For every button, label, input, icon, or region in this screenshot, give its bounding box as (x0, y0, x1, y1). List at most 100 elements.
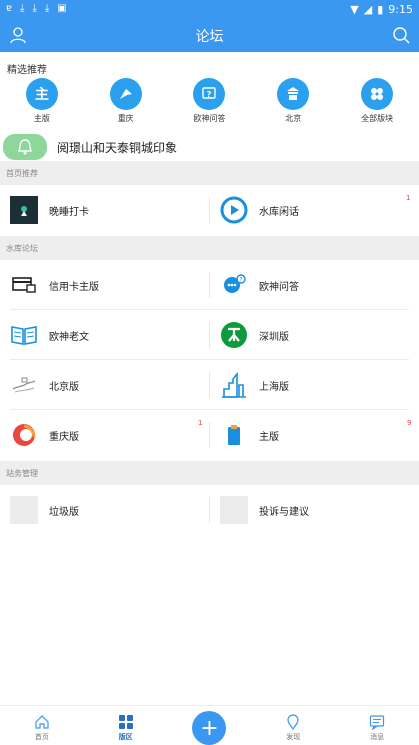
wifi-icon: ▼ (350, 2, 359, 16)
board-label: 欧神问答 (259, 281, 299, 293)
nav-label: 发现 (286, 733, 301, 741)
book-icon (10, 321, 38, 349)
section-header-home: 首页推荐 (0, 161, 419, 185)
board-label: 投诉与建议 (259, 506, 309, 518)
home-icon (35, 715, 49, 729)
unread-badge: 1 (406, 194, 411, 202)
board-credit-card[interactable]: 信用卡主版 (10, 260, 210, 310)
status-bar: ɐ ⤓ ⤓ ⤓ ▣ ▼ ◢ ▮ 9:15 (0, 0, 419, 18)
table-row: 重庆版 1 主版 9 (0, 410, 419, 460)
board-label: 主版 (259, 431, 279, 443)
night-photo-icon (10, 196, 38, 224)
credit-card-icon (10, 271, 38, 299)
featured-item-chongqing[interactable]: 重庆 (84, 78, 168, 126)
featured-label: 主版 (33, 114, 50, 123)
beijing-icon (10, 371, 38, 399)
board-label: 垃圾版 (49, 506, 79, 518)
table-row: 欧神老文 深圳版 (0, 310, 419, 360)
notice-bar[interactable]: 阅璟山和天泰铜城印象 (0, 134, 419, 160)
divider (209, 272, 210, 298)
all-boards-icon (361, 78, 394, 110)
divider (209, 372, 210, 398)
search-icon[interactable] (391, 25, 411, 45)
nav-messages[interactable]: 消息 (335, 706, 419, 745)
board-old-articles[interactable]: 欧神老文 (10, 310, 210, 360)
featured-item-all[interactable]: 全部版块 (335, 78, 419, 126)
placeholder-icon (220, 496, 248, 524)
board-main[interactable]: 主版 (220, 410, 410, 460)
beijing-icon (277, 78, 310, 110)
placeholder-icon (10, 496, 38, 524)
bottom-nav: 首页 版区 + 发现 消息 (0, 705, 419, 745)
board-label: 欧神老文 (49, 331, 89, 343)
divider (209, 322, 210, 348)
board-label: 北京版 (49, 381, 79, 393)
board-label: 水库闲话 (259, 206, 299, 218)
featured-label: 重庆 (117, 114, 134, 123)
nav-home[interactable]: 首页 (0, 706, 84, 745)
play-circle-icon (220, 196, 248, 224)
divider (209, 497, 210, 523)
table-row: 垃圾版 投诉与建议 (0, 485, 419, 535)
board-label: 信用卡主版 (49, 281, 99, 293)
notice-text: 阅璟山和天泰铜城印象 (57, 140, 178, 155)
board-label: 上海版 (259, 381, 289, 393)
section-header-admin: 站务管理 (0, 461, 419, 485)
nav-label: 首页 (34, 733, 49, 741)
featured-item-main[interactable]: 主 主版 (0, 78, 84, 126)
table-row: 北京版 上海版 (0, 360, 419, 410)
featured-title: 精选推荐 (7, 65, 47, 76)
battery-icon: ▮ (377, 2, 384, 16)
nav-post[interactable]: + (168, 706, 252, 745)
board-night-checkin[interactable]: 晚睡打卡 (10, 185, 210, 235)
featured-item-qa[interactable]: ? 欧神问答 (168, 78, 252, 126)
nav-label: 版区 (118, 733, 133, 741)
board-qa[interactable]: ? 欧神问答 (220, 260, 410, 310)
featured-label: 全部版块 (361, 114, 394, 123)
main-board-icon (220, 421, 248, 449)
svg-text:?: ? (239, 277, 242, 284)
board-shanghai[interactable]: 上海版 (220, 360, 410, 410)
app-icon: ▣ (57, 3, 67, 14)
message-icon (369, 715, 385, 730)
divider (209, 197, 210, 223)
table-row: 晚睡打卡 水库闲话 1 (0, 185, 419, 235)
board-feedback[interactable]: 投诉与建议 (220, 485, 410, 535)
shanghai-icon (220, 371, 248, 399)
clock: 9:15 (388, 2, 413, 16)
board-beijing[interactable]: 北京版 (10, 360, 210, 410)
qa-icon: ? (193, 78, 226, 110)
board-label: 重庆版 (49, 431, 79, 443)
board-chongqing[interactable]: 重庆版 (10, 410, 210, 460)
board-shenzhen[interactable]: 深圳版 (220, 310, 410, 360)
board-shuiku-chat[interactable]: 水库闲话 (220, 185, 410, 235)
location-pin-icon (287, 714, 299, 730)
chongqing-icon (10, 421, 38, 449)
shenzhen-metro-icon (220, 321, 248, 349)
unread-badge: 1 (198, 419, 203, 427)
page-title: 论坛 (195, 29, 224, 45)
download-icon: ⤓ (20, 3, 25, 14)
signal-icon: ◢ (363, 2, 373, 16)
featured-row: 主 主版 重庆 ? 欧神问答 北京 全部版块 (0, 78, 419, 126)
bell-icon (3, 134, 47, 160)
board-trash[interactable]: 垃圾版 (10, 485, 210, 535)
chongqing-icon (109, 78, 142, 110)
nav-discover[interactable]: 发现 (251, 706, 335, 745)
notification-icons: ɐ ⤓ ⤓ ⤓ ▣ (6, 4, 67, 14)
grid-icon (118, 715, 133, 729)
notification-icon: ɐ (6, 3, 13, 14)
board-label: 深圳版 (259, 331, 289, 343)
nav-boards[interactable]: 版区 (84, 706, 168, 745)
plus-icon: + (192, 711, 227, 745)
table-row: 信用卡主版 ? 欧神问答 (0, 260, 419, 310)
app-bar: 论坛 (0, 18, 419, 52)
divider (209, 422, 210, 448)
download-icon: ⤓ (32, 3, 37, 14)
featured-item-beijing[interactable]: 北京 (251, 78, 335, 126)
qa-icon: ? (220, 271, 248, 299)
board-label: 晚睡打卡 (49, 206, 89, 218)
svg-text:?: ? (207, 90, 212, 99)
featured-label: 北京 (285, 114, 302, 123)
featured-label: 欧神问答 (193, 114, 226, 123)
